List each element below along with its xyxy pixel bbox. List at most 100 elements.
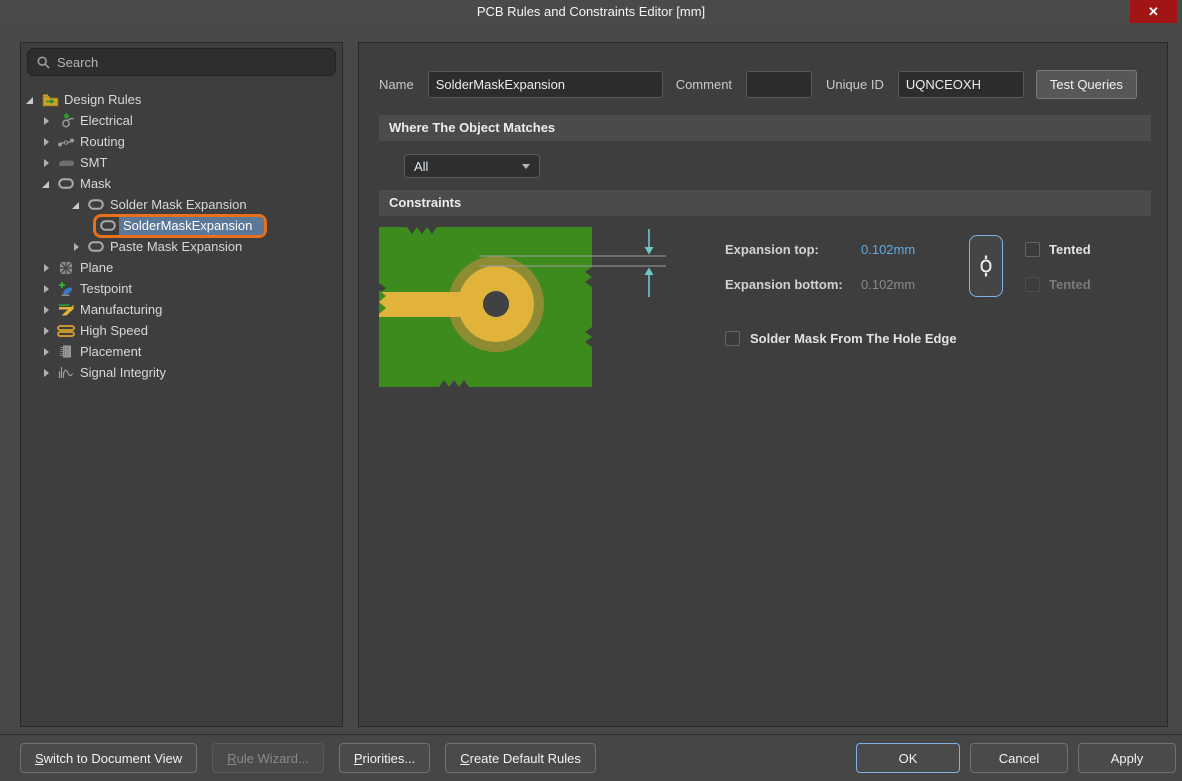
tree-item-label: Paste Mask Expansion	[110, 239, 242, 254]
tree-item-label: SolderMaskExpansion	[119, 217, 264, 235]
close-icon: ✕	[1148, 4, 1159, 20]
expand-arrow-icon[interactable]	[41, 304, 53, 316]
expansion-bottom-row: Expansion bottom: 0.102mm	[725, 272, 941, 296]
search-input[interactable]	[57, 55, 326, 70]
tented-bottom-row: Tented	[1025, 272, 1091, 296]
expansion-top-value[interactable]: 0.102mm	[861, 242, 941, 257]
rule-wizard-button: Rule Wizard...	[212, 743, 324, 773]
tree-item-soldermaskexpansion-rule[interactable]: SolderMaskExpansion	[21, 215, 342, 236]
tree-item-label: Routing	[80, 134, 125, 149]
solder-mask-from-hole-edge-label: Solder Mask From The Hole Edge	[750, 331, 957, 346]
tree-item-label: Signal Integrity	[80, 365, 166, 380]
tree-item-signal-integrity[interactable]: Signal Integrity	[21, 362, 342, 383]
expand-arrow-icon[interactable]	[41, 157, 53, 169]
tented-bottom-checkbox	[1025, 277, 1040, 292]
high-speed-icon	[57, 323, 75, 339]
dialog-footer: Switch to Document View Rule Wizard... P…	[0, 734, 1182, 781]
constraints-header: Constraints	[379, 190, 1151, 216]
expand-arrow-icon[interactable]	[41, 367, 53, 379]
tree-item-manufacturing[interactable]: Manufacturing	[21, 299, 342, 320]
unique-id-input[interactable]	[898, 71, 1024, 98]
selected-rule-highlight: SolderMaskExpansion	[93, 214, 267, 238]
title-bar: PCB Rules and Constraints Editor [mm] ✕	[0, 0, 1182, 24]
apply-button[interactable]: Apply	[1078, 743, 1176, 773]
cancel-button[interactable]: Cancel	[970, 743, 1068, 773]
mask-icon	[57, 176, 75, 192]
comment-input[interactable]	[746, 71, 812, 98]
chain-link-icon	[979, 254, 993, 278]
hole-edge-row: Solder Mask From The Hole Edge	[725, 331, 957, 346]
rule-editor-panel: Name Comment Unique ID Test Queries Wher…	[358, 42, 1168, 727]
switch-to-document-view-button[interactable]: Switch to Document View	[20, 743, 197, 773]
expand-arrow-icon[interactable]	[25, 94, 37, 106]
create-default-rules-button[interactable]: Create Default Rules	[445, 743, 596, 773]
expand-arrow-icon[interactable]	[41, 178, 53, 190]
tree-item-smt[interactable]: SMT	[21, 152, 342, 173]
tree-item-placement[interactable]: Placement	[21, 341, 342, 362]
solder-mask-expansion-preview	[379, 227, 679, 387]
tree-item-label: Placement	[80, 344, 141, 359]
ok-button[interactable]: OK	[856, 743, 960, 773]
where-object-matches-header: Where The Object Matches	[379, 115, 1151, 141]
priorities-button[interactable]: Priorities...	[339, 743, 430, 773]
expand-arrow-icon[interactable]	[41, 346, 53, 358]
manufacturing-icon	[57, 302, 75, 318]
name-input[interactable]	[428, 71, 663, 98]
name-label: Name	[379, 77, 414, 92]
tree-item-label: Design Rules	[64, 92, 141, 107]
smt-icon	[57, 155, 75, 171]
tree-item-solder-mask-expansion[interactable]: Solder Mask Expansion	[21, 194, 342, 215]
tented-top-row: Tented	[1025, 237, 1091, 261]
scope-selected-value: All	[414, 159, 428, 174]
mask-icon	[99, 218, 117, 234]
tree-item-routing[interactable]: Routing	[21, 131, 342, 152]
expand-arrow-icon[interactable]	[41, 136, 53, 148]
test-queries-button[interactable]: Test Queries	[1036, 70, 1137, 99]
routing-icon	[57, 134, 75, 150]
expand-arrow-icon[interactable]	[41, 283, 53, 295]
tree-item-label: High Speed	[80, 323, 148, 338]
expand-arrow-icon[interactable]	[41, 115, 53, 127]
tree-item-plane[interactable]: Plane	[21, 257, 342, 278]
plane-icon	[57, 260, 75, 276]
comment-label: Comment	[676, 77, 732, 92]
close-button[interactable]: ✕	[1130, 0, 1177, 23]
search-icon	[37, 56, 50, 69]
search-box[interactable]	[27, 48, 336, 76]
signal-integrity-icon	[57, 365, 75, 381]
tree-item-design-rules[interactable]: Design Rules	[21, 89, 342, 110]
link-values-button[interactable]	[969, 235, 1003, 297]
design-rules-tree: Design Rules Electrical	[21, 89, 342, 383]
expand-arrow-icon[interactable]	[41, 262, 53, 274]
mask-icon	[87, 239, 105, 255]
tree-item-testpoint[interactable]: Testpoint	[21, 278, 342, 299]
scope-dropdown[interactable]: All	[404, 154, 540, 178]
expansion-measure-arrows	[645, 229, 654, 297]
electrical-icon	[57, 113, 75, 129]
tree-item-paste-mask-expansion[interactable]: Paste Mask Expansion	[21, 236, 342, 257]
expansion-bottom-label: Expansion bottom:	[725, 277, 861, 292]
rule-identity-row: Name Comment Unique ID Test Queries	[379, 71, 1147, 98]
expand-arrow-icon[interactable]	[41, 325, 53, 337]
tented-options: Tented Tented	[1025, 237, 1091, 307]
expansion-top-row: Expansion top: 0.102mm	[725, 237, 941, 261]
tree-item-mask[interactable]: Mask	[21, 173, 342, 194]
tree-item-label: Manufacturing	[80, 302, 162, 317]
expand-arrow-icon[interactable]	[71, 241, 83, 253]
mask-icon	[87, 197, 105, 213]
rules-tree-panel: Design Rules Electrical	[20, 42, 343, 727]
window-title: PCB Rules and Constraints Editor [mm]	[0, 0, 1182, 24]
tree-item-label: SMT	[80, 155, 107, 170]
expansion-top-label: Expansion top:	[725, 242, 861, 257]
tree-item-electrical[interactable]: Electrical	[21, 110, 342, 131]
unique-id-label: Unique ID	[826, 77, 884, 92]
expand-arrow-icon[interactable]	[71, 199, 83, 211]
expansion-bottom-value: 0.102mm	[861, 277, 941, 292]
tented-top-checkbox[interactable]	[1025, 242, 1040, 257]
expansion-values: Expansion top: 0.102mm Expansion bottom:…	[725, 237, 941, 307]
tree-item-label: Electrical	[80, 113, 133, 128]
design-rules-folder-icon	[41, 92, 59, 108]
testpoint-icon	[57, 281, 75, 297]
solder-mask-from-hole-edge-checkbox[interactable]	[725, 331, 740, 346]
tree-item-high-speed[interactable]: High Speed	[21, 320, 342, 341]
